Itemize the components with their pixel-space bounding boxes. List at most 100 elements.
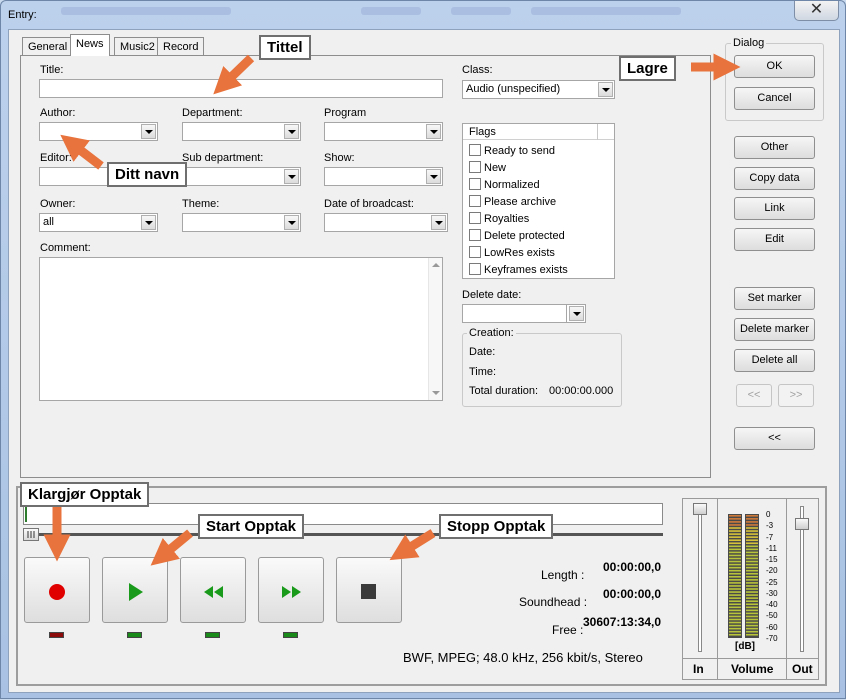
tab-record[interactable]: Record (157, 37, 205, 55)
meter-segment (729, 563, 741, 566)
flag-lowres-exists[interactable]: LowRes exists (469, 246, 555, 261)
format-info: BWF, MPEG; 48.0 kHz, 256 kbit/s, Stereo (403, 650, 643, 665)
theme-select[interactable] (182, 213, 301, 232)
meter-segment (746, 609, 758, 612)
db-tick-label: -40 (766, 600, 778, 610)
meter-segment (729, 609, 741, 612)
previous-marker-button[interactable]: << (736, 384, 772, 407)
flag-delete-protected[interactable]: Delete protected (469, 229, 565, 244)
flag-royalties[interactable]: Royalties (469, 212, 529, 227)
meter-segment (746, 618, 758, 621)
delete-date-input[interactable] (462, 304, 567, 323)
scroll-down-icon[interactable] (432, 391, 440, 395)
checkbox[interactable] (469, 178, 481, 190)
next-marker-button[interactable]: >> (778, 384, 814, 407)
input-slider-handle[interactable] (693, 503, 707, 515)
meter-segment (729, 579, 741, 581)
rewind-icon (204, 586, 223, 598)
sub-department-select[interactable] (182, 167, 301, 186)
chevron-down-icon[interactable] (598, 82, 613, 97)
set-marker-button[interactable]: Set marker (734, 287, 815, 310)
other-button[interactable]: Other (734, 136, 815, 159)
comment-textarea[interactable] (39, 257, 443, 401)
rewind-button[interactable] (180, 557, 246, 623)
stop-button[interactable] (336, 557, 402, 623)
position-slider-handle[interactable] (23, 528, 39, 541)
total-duration-label: Total duration: (469, 385, 539, 397)
department-select[interactable] (182, 122, 301, 141)
meter-segment (729, 588, 741, 590)
delete-date-dropdown[interactable] (567, 304, 586, 323)
copy-data-button[interactable]: Copy data (734, 167, 815, 190)
checkbox[interactable] (469, 229, 481, 241)
checkbox[interactable] (469, 246, 481, 258)
output-slider-handle[interactable] (795, 518, 809, 530)
class-select[interactable]: Audio (unspecified) (462, 80, 615, 99)
total-duration-value: 00:00:00.000 (549, 385, 614, 397)
flag-new[interactable]: New (469, 161, 506, 176)
meter-segment (729, 545, 741, 548)
checkbox[interactable] (469, 161, 481, 173)
cancel-button[interactable]: Cancel (734, 87, 815, 110)
db-tick-label: -15 (766, 555, 778, 565)
flags-list: Flags Ready to send New Normalized Pleas… (462, 123, 615, 279)
chevron-down-icon[interactable] (141, 215, 156, 230)
date-of-broadcast-picker[interactable] (324, 213, 448, 232)
show-select[interactable] (324, 167, 443, 186)
position-marker (25, 506, 27, 522)
author-select[interactable] (39, 122, 158, 141)
meter-segment (729, 557, 741, 560)
db-tick-label: 0 (766, 510, 771, 519)
tab-music2[interactable]: Music2 (114, 37, 161, 55)
chevron-down-icon[interactable] (426, 169, 441, 184)
chevron-down-icon[interactable] (284, 124, 299, 139)
meter-segment (746, 557, 758, 560)
play-button[interactable] (102, 557, 168, 623)
stop-icon (361, 584, 376, 599)
chevron-down-icon[interactable] (284, 169, 299, 184)
annotation-stopp-opptak: Stopp Opptak (439, 514, 554, 539)
chevron-down-icon[interactable] (569, 306, 584, 321)
record-button[interactable] (24, 557, 90, 623)
meter-segment (746, 572, 758, 575)
delete-marker-button[interactable]: Delete marker (734, 318, 815, 341)
tab-news[interactable]: News (70, 34, 110, 56)
scroll-up-icon[interactable] (432, 263, 440, 267)
db-tick-label: -7 (766, 532, 774, 542)
link-button[interactable]: Link (734, 197, 815, 220)
checkbox[interactable] (469, 195, 481, 207)
fast-forward-led (283, 632, 298, 638)
edit-button[interactable]: Edit (734, 228, 815, 251)
close-button[interactable]: ✕ (794, 1, 839, 21)
checkbox[interactable] (469, 263, 481, 275)
flag-normalized[interactable]: Normalized (469, 178, 540, 193)
title-input[interactable] (39, 79, 443, 98)
checkbox[interactable] (469, 144, 481, 156)
annotation-klargjor-opptak: Klargjør Opptak (20, 482, 150, 507)
checkbox[interactable] (469, 212, 481, 224)
fast-forward-button[interactable] (258, 557, 324, 623)
meter-segment (729, 576, 741, 578)
program-select[interactable] (324, 122, 443, 141)
chevron-down-icon[interactable] (284, 215, 299, 230)
flag-please-archive[interactable]: Please archive (469, 195, 556, 210)
annotation-tittel: Tittel (259, 35, 311, 60)
author-label: Author: (40, 107, 76, 119)
meter-segment (729, 566, 741, 569)
collapse-button[interactable]: << (734, 427, 815, 450)
department-label: Department: (182, 107, 243, 119)
ok-button[interactable]: OK (734, 55, 815, 78)
chevron-down-icon[interactable] (426, 124, 441, 139)
tab-general[interactable]: General (22, 37, 74, 55)
delete-date-label: Delete date: (462, 289, 522, 301)
creation-title: Creation: (467, 327, 516, 339)
delete-all-button[interactable]: Delete all (734, 349, 815, 372)
chevron-down-icon[interactable] (141, 124, 156, 139)
meter-segment (729, 539, 741, 541)
chevron-down-icon[interactable] (431, 215, 446, 230)
flag-ready-to-send[interactable]: Ready to send (469, 144, 555, 159)
comment-scrollbar[interactable] (428, 258, 442, 400)
owner-select[interactable]: all (39, 213, 158, 232)
volume-meter-bars (728, 514, 759, 638)
flag-keyframes-exists[interactable]: Keyframes exists (469, 263, 568, 278)
